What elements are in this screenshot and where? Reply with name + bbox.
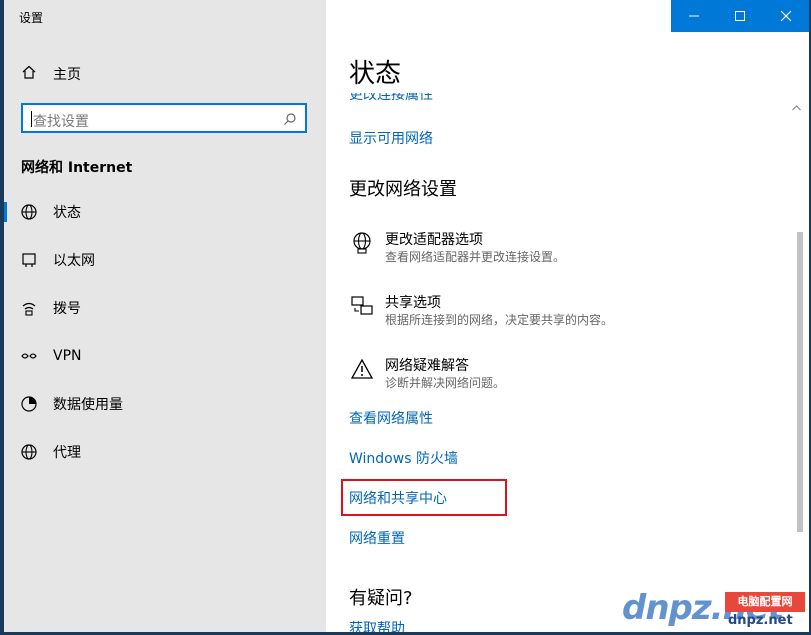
sidebar-item-label: 状态 — [53, 205, 81, 221]
warning-icon — [349, 357, 375, 383]
sidebar-item-label: 数据使用量 — [53, 397, 123, 413]
window-title: 设置 — [19, 11, 44, 25]
data-usage-icon — [17, 395, 41, 413]
section-title: 网络和 Internet — [21, 160, 133, 176]
adapter-icon — [349, 231, 375, 257]
ethernet-icon — [17, 251, 41, 269]
search-placeholder: 查找设置 — [33, 114, 89, 130]
change-network-settings-heading: 更改网络设置 — [349, 179, 457, 200]
caption-buttons — [671, 0, 809, 32]
main-pane: 状态 更改连接属性 显示可用网络 更改网络设置 更改适配器选项 查看网络适配器并… — [326, 0, 809, 632]
sidebar-item-proxy[interactable]: 代理 — [4, 430, 326, 474]
get-help-link[interactable]: 获取帮助 — [349, 618, 405, 632]
sidebar-item-label: 代理 — [53, 445, 81, 461]
sidebar-item-data-usage[interactable]: 数据使用量 — [4, 382, 326, 426]
globe-icon — [17, 203, 41, 221]
sidebar-item-label: VPN — [53, 348, 82, 364]
search-icon[interactable] — [283, 111, 297, 130]
minimize-button[interactable] — [671, 0, 717, 32]
scrollbar-thumb[interactable] — [797, 232, 803, 532]
close-button[interactable] — [763, 0, 809, 32]
highlight-box — [341, 479, 507, 516]
home-icon — [21, 64, 37, 84]
minimize-icon — [689, 15, 699, 17]
network-reset-link[interactable]: 网络重置 — [349, 528, 405, 548]
dialup-icon — [17, 299, 41, 317]
home-label: 主页 — [53, 67, 81, 83]
windows-firewall-link[interactable]: Windows 防火墙 — [349, 448, 458, 468]
text-caret — [31, 111, 32, 127]
option-title: 更改适配器选项 — [385, 232, 483, 248]
maximize-button[interactable] — [717, 0, 763, 32]
option-title: 网络疑难解答 — [385, 358, 469, 374]
search-input[interactable]: 查找设置 — [21, 103, 307, 133]
proxy-globe-icon — [17, 443, 41, 461]
sharing-options-item[interactable]: 共享选项 根据所连接到的网络，决定要共享的内容。 — [349, 294, 613, 329]
page-title: 状态 — [349, 59, 402, 89]
watermark-url: dnpz.net — [728, 613, 793, 628]
scroll-up-arrow[interactable] — [792, 97, 801, 111]
view-network-properties-link[interactable]: 查看网络属性 — [349, 408, 433, 428]
adapter-options-item[interactable]: 更改适配器选项 查看网络适配器并更改连接设置。 — [349, 231, 565, 266]
option-description: 查看网络适配器并更改连接设置。 — [385, 250, 566, 264]
vpn-icon — [17, 347, 41, 365]
maximize-icon — [735, 11, 745, 21]
sidebar-item-ethernet[interactable]: 以太网 — [4, 238, 326, 282]
sidebar-item-vpn[interactable]: VPN — [4, 334, 326, 378]
sharing-icon — [349, 294, 375, 320]
close-icon — [780, 10, 792, 22]
option-description: 诊断并解决网络问题。 — [385, 376, 506, 390]
troubleshoot-item[interactable]: 网络疑难解答 诊断并解决网络问题。 — [349, 357, 505, 392]
option-title: 共享选项 — [385, 295, 441, 311]
sidebar-item-label: 拨号 — [53, 301, 81, 317]
home-nav-item[interactable]: 主页 — [21, 62, 81, 86]
watermark-badge: 电脑配置网 — [725, 592, 805, 612]
show-available-networks-link[interactable]: 显示可用网络 — [349, 128, 433, 148]
faq-heading: 有疑问? — [349, 588, 413, 609]
sidebar-item-status[interactable]: 状态 — [4, 190, 326, 234]
option-description: 根据所连接到的网络，决定要共享的内容。 — [385, 313, 614, 327]
sidebar-item-dialup[interactable]: 拨号 — [4, 286, 326, 330]
sidebar-item-label: 以太网 — [53, 253, 95, 269]
